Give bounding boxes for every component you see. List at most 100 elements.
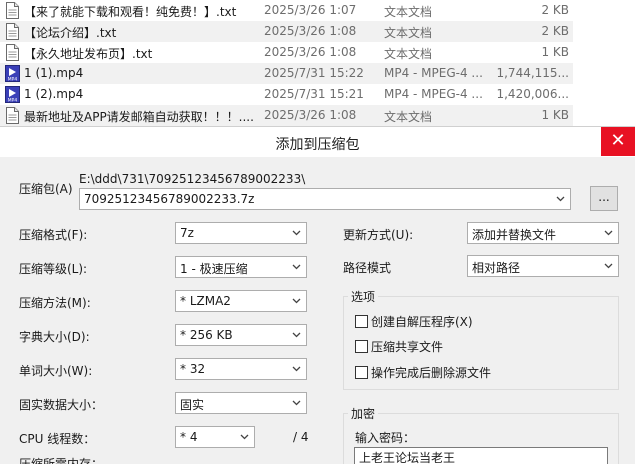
word-size-label: 单词大小(W): xyxy=(19,364,93,378)
chevron-down-icon xyxy=(604,230,613,236)
solid-block-select[interactable]: 固实 xyxy=(175,392,307,414)
browse-button[interactable]: ... xyxy=(590,186,618,211)
format-value: 7z xyxy=(180,226,194,240)
cpu-threads-select[interactable]: * 4 xyxy=(175,426,255,448)
file-type: MP4 - MPEG-4 ... xyxy=(384,66,483,80)
archive-path: E:\ddd\731\70925123456789002233\ xyxy=(79,172,306,186)
file-type: 文本文档 xyxy=(384,26,433,40)
password-label: 输入密码： xyxy=(355,431,416,445)
file-type: 文本文档 xyxy=(384,110,433,124)
password-field[interactable] xyxy=(354,447,608,464)
dialog-title: 添加到压缩包 xyxy=(275,137,360,153)
file-type: 文本文档 xyxy=(384,5,433,19)
chevron-down-icon xyxy=(292,332,301,338)
sfx-option[interactable]: 创建自解压程序(X) xyxy=(355,313,473,330)
file-name: 1 (1).mp4 xyxy=(24,66,84,80)
shared-files-option[interactable]: 压缩共享文件 xyxy=(355,338,443,355)
update-mode-value: 添加并替换文件 xyxy=(472,228,557,242)
encryption-group-title: 加密 xyxy=(348,405,379,422)
level-select[interactable]: 1 - 极速压缩 xyxy=(175,256,307,278)
mp4-video-icon: MP4 xyxy=(5,65,20,82)
file-name: 1 (2).mp4 xyxy=(24,87,84,101)
delete-after-checkbox[interactable] xyxy=(355,366,368,379)
file-type: 文本文档 xyxy=(384,47,433,61)
path-mode-select[interactable]: 相对路径 xyxy=(467,255,619,277)
chevron-down-icon xyxy=(292,230,301,236)
add-to-archive-dialog: 添加到压缩包 ✕ 压缩包(A) E:\ddd\731\7092512345678… xyxy=(0,126,635,464)
file-name: 【来了就能下载和观看！纯免费！】.txt xyxy=(24,5,237,19)
file-size: 1 KB xyxy=(541,108,569,122)
file-name: 【论坛介绍】.txt xyxy=(24,26,117,40)
path-mode-label: 路径模式 xyxy=(343,261,392,275)
method-value: * LZMA2 xyxy=(180,294,231,308)
file-date: 2025/3/26 1:08 xyxy=(264,108,357,122)
archive-name-combobox[interactable]: 70925123456789002233.7z xyxy=(79,188,571,210)
text-file-icon xyxy=(6,44,19,61)
file-date: 2025/7/31 15:21 xyxy=(264,87,364,101)
text-file-icon xyxy=(6,107,19,124)
file-size: 2 KB xyxy=(541,3,569,17)
file-size: 2 KB xyxy=(541,24,569,38)
file-row[interactable]: 最新地址及APP请发邮箱自动获取！！！.... 2025/3/26 1:08 文… xyxy=(0,105,573,126)
svg-text:MP4: MP4 xyxy=(8,77,18,83)
level-value: 1 - 极速压缩 xyxy=(180,262,248,276)
delete-after-option-label: 操作完成后删除源文件 xyxy=(371,366,492,380)
cpu-threads-label: CPU 线程数： xyxy=(19,432,96,446)
cpu-threads-max: / 4 xyxy=(293,430,309,444)
dialog-titlebar[interactable]: 添加到压缩包 ✕ xyxy=(0,127,635,157)
file-row[interactable]: 【来了就能下载和观看！纯免费！】.txt 2025/3/26 1:07 文本文档… xyxy=(0,0,573,21)
chevron-down-icon xyxy=(556,196,565,202)
text-file-icon xyxy=(6,23,19,40)
file-size: 1,744,115... xyxy=(496,66,569,80)
word-size-value: * 32 xyxy=(180,362,206,376)
file-name: 最新地址及APP请发邮箱自动获取！！！.... xyxy=(24,110,254,124)
sfx-option-label: 创建自解压程序(X) xyxy=(371,315,473,329)
file-type: MP4 - MPEG-4 ... xyxy=(384,87,483,101)
close-icon: ✕ xyxy=(610,130,626,151)
close-button[interactable]: ✕ xyxy=(601,127,635,156)
mp4-video-icon: MP4 xyxy=(5,86,20,103)
dictionary-label: 字典大小(D): xyxy=(19,330,90,344)
word-size-select[interactable]: * 32 xyxy=(175,358,307,380)
update-mode-select[interactable]: 添加并替换文件 xyxy=(467,222,619,244)
file-row[interactable]: MP4 1 (1).mp4 2025/7/31 15:22 MP4 - MPEG… xyxy=(0,63,573,84)
dictionary-select[interactable]: * 256 KB xyxy=(175,324,307,346)
file-date: 2025/3/26 1:08 xyxy=(264,45,357,59)
archive-name-value: 70925123456789002233.7z xyxy=(84,192,255,206)
update-mode-label: 更新方式(U): xyxy=(343,228,414,242)
chevron-down-icon xyxy=(292,366,301,372)
file-date: 2025/3/26 1:07 xyxy=(264,3,357,17)
text-file-icon xyxy=(6,2,19,19)
chevron-down-icon xyxy=(240,434,249,440)
format-label: 压缩格式(F): xyxy=(19,228,88,242)
file-name: 【永久地址发布页】.txt xyxy=(24,47,153,61)
shared-files-checkbox[interactable] xyxy=(355,340,368,353)
file-list: 【来了就能下载和观看！纯免费！】.txt 2025/3/26 1:07 文本文档… xyxy=(0,0,573,126)
dictionary-value: * 256 KB xyxy=(180,328,233,342)
svg-text:MP4: MP4 xyxy=(8,98,18,104)
delete-after-option[interactable]: 操作完成后删除源文件 xyxy=(355,364,491,381)
chevron-down-icon xyxy=(292,298,301,304)
file-date: 2025/3/26 1:08 xyxy=(264,24,357,38)
file-row[interactable]: MP4 1 (2).mp4 2025/7/31 15:21 MP4 - MPEG… xyxy=(0,84,573,105)
password-input[interactable] xyxy=(355,448,607,464)
level-label: 压缩等级(L): xyxy=(19,262,88,276)
file-row[interactable]: 【论坛介绍】.txt 2025/3/26 1:08 文本文档 2 KB xyxy=(0,21,573,42)
chevron-down-icon xyxy=(604,263,613,269)
options-group-title: 选项 xyxy=(348,288,379,305)
list-background xyxy=(573,0,635,126)
chevron-down-icon xyxy=(292,400,301,406)
archive-label: 压缩包(A) xyxy=(19,182,73,196)
sfx-checkbox[interactable] xyxy=(355,315,368,328)
method-label: 压缩方法(M): xyxy=(19,296,91,310)
browse-label: ... xyxy=(598,190,610,204)
shared-files-option-label: 压缩共享文件 xyxy=(371,340,444,354)
method-select[interactable]: * LZMA2 xyxy=(175,290,307,312)
file-row[interactable]: 【永久地址发布页】.txt 2025/3/26 1:08 文本文档 1 KB xyxy=(0,42,573,63)
chevron-down-icon xyxy=(292,264,301,270)
format-select[interactable]: 7z xyxy=(175,222,307,244)
file-size: 1 KB xyxy=(541,45,569,59)
file-size: 1,420,006... xyxy=(496,87,569,101)
cpu-threads-value: * 4 xyxy=(180,430,198,444)
memory-label: 压缩所需内存： xyxy=(19,457,104,464)
